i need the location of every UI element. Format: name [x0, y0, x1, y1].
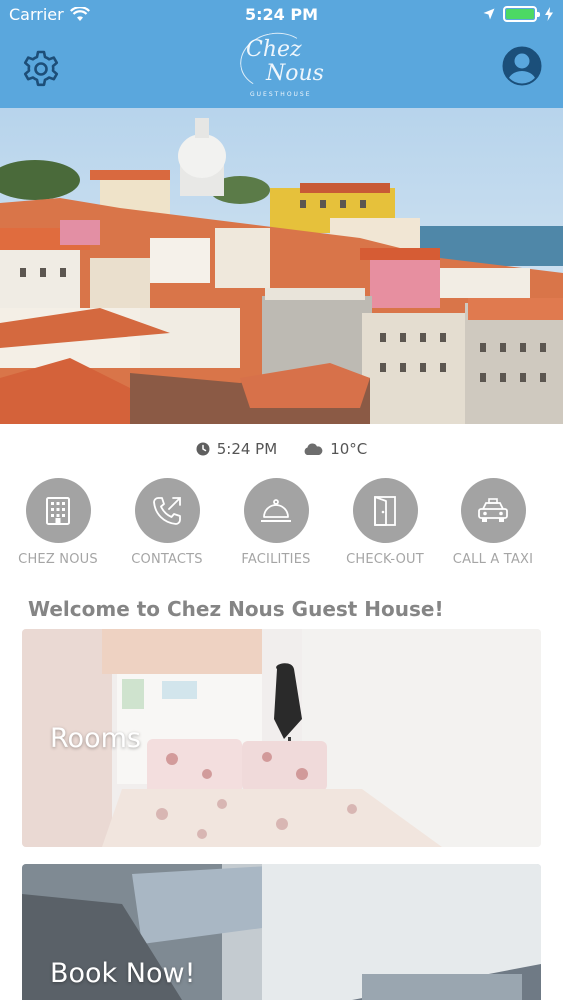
- action-check-out-circle[interactable]: [352, 478, 418, 543]
- logo-tagline: GUESTHOUSE: [250, 91, 312, 98]
- status-bar: Carrier 5:24 PM: [0, 0, 563, 30]
- temperature: 10°C: [330, 440, 368, 458]
- action-chez-nous-circle[interactable]: [25, 478, 91, 543]
- charging-bolt-icon: [545, 7, 553, 21]
- logo-line2: Nous: [266, 61, 324, 86]
- action-facilities[interactable]: FACILITIES: [221, 478, 331, 567]
- phone-outgoing-icon: [153, 496, 181, 525]
- action-contacts-label: CONTACTS: [131, 552, 203, 567]
- rooms-card-title: Rooms: [50, 723, 141, 754]
- logo-line1: Chez: [246, 37, 302, 62]
- hero-city-image: [0, 108, 563, 424]
- settings-gear-icon[interactable]: [21, 49, 61, 89]
- current-time: 5:24 PM: [216, 440, 278, 458]
- door-exit-icon: [374, 495, 396, 526]
- rooms-card[interactable]: Rooms: [22, 629, 541, 847]
- clock-icon: [196, 442, 210, 456]
- action-call-taxi-label: CALL A TAXI: [452, 552, 534, 567]
- book-now-card-title: Book Now!: [50, 958, 196, 989]
- service-bell-icon: [261, 498, 291, 522]
- action-contacts[interactable]: CONTACTS: [112, 478, 222, 567]
- action-contacts-circle[interactable]: [134, 478, 200, 543]
- action-chez-nous-label: CHEZ NOUS: [18, 552, 98, 567]
- welcome-heading: Welcome to Chez Nous Guest House!: [28, 597, 444, 621]
- action-facilities-circle[interactable]: [243, 478, 309, 543]
- time-weather-row: 5:24 PM 10°C: [0, 438, 563, 460]
- app-header: Carrier 5:24 PM Chez Nous GUESTHOUSE: [0, 0, 563, 108]
- chez-nous-logo: Chez Nous GUESTHOUSE: [235, 27, 324, 103]
- user-profile-icon[interactable]: [502, 46, 542, 86]
- status-time: 5:24 PM: [244, 5, 318, 24]
- action-chez-nous[interactable]: CHEZ NOUS: [3, 478, 113, 567]
- taxi-icon: [478, 497, 508, 522]
- action-check-out-label: CHECK-OUT: [346, 552, 424, 567]
- cloud-icon: [304, 443, 323, 455]
- book-now-card[interactable]: Book Now!: [22, 864, 541, 1000]
- battery-icon: [503, 6, 540, 22]
- weather-item: 10°C: [303, 438, 367, 460]
- location-arrow-icon: [483, 8, 495, 20]
- quick-actions: CHEZ NOUS CONTACTS FACILITIES CHECK-OUT …: [0, 478, 563, 573]
- status-right: [483, 6, 553, 22]
- action-call-taxi[interactable]: CALL A TAXI: [438, 478, 548, 567]
- action-check-out[interactable]: CHECK-OUT: [330, 478, 440, 567]
- clock-item: 5:24 PM: [196, 438, 277, 460]
- action-facilities-label: FACILITIES: [241, 552, 311, 567]
- building-icon: [46, 496, 70, 525]
- action-call-taxi-circle[interactable]: [460, 478, 526, 543]
- battery-fill: [506, 9, 534, 19]
